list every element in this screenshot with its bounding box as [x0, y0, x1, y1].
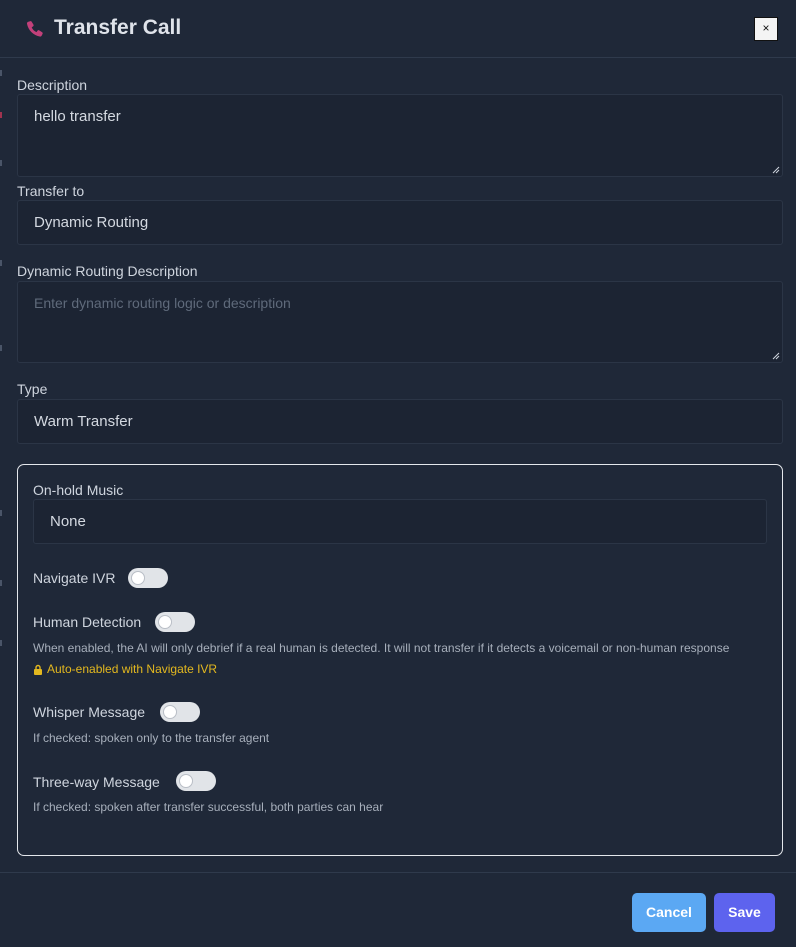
human-detection-label: Human Detection [33, 614, 142, 630]
description-value: hello transfer [34, 108, 121, 125]
toggle-knob [158, 615, 172, 629]
edge-mark [0, 640, 2, 646]
on-hold-music-value: None [50, 513, 86, 530]
three-way-message-hint: If checked: spoken after transfer succes… [33, 800, 384, 814]
transfer-to-value: Dynamic Routing [34, 214, 149, 231]
transfer-to-select[interactable]: Dynamic Routing [17, 200, 783, 245]
resize-handle-icon[interactable] [772, 166, 780, 174]
close-button[interactable]: × [754, 17, 778, 41]
edge-mark [0, 510, 2, 516]
human-detection-toggle[interactable] [155, 612, 195, 632]
on-hold-music-label: On-hold Music [33, 482, 124, 498]
edge-mark [0, 112, 2, 118]
description-label: Description [17, 77, 88, 93]
whisper-message-label: Whisper Message [33, 704, 146, 720]
resize-handle-icon[interactable] [772, 352, 780, 360]
modal-header: Transfer Call × [0, 0, 796, 58]
save-button[interactable]: Save [714, 893, 775, 932]
edge-mark [0, 260, 2, 266]
transfer-options-panel: On-hold Music None Navigate IVR Human De… [17, 464, 783, 856]
transfer-to-label: Transfer to [17, 183, 85, 199]
three-way-message-toggle[interactable] [176, 771, 216, 791]
type-value: Warm Transfer [34, 413, 133, 430]
human-detection-warning-text: Auto-enabled with Navigate IVR [47, 662, 218, 676]
type-select[interactable]: Warm Transfer [17, 399, 783, 444]
human-detection-hint: When enabled, the AI will only debrief i… [33, 641, 730, 655]
description-textarea[interactable]: hello transfer [17, 94, 783, 177]
footer-divider [0, 872, 796, 873]
modal-title: Transfer Call [54, 16, 182, 39]
three-way-message-label: Three-way Message [33, 774, 160, 790]
navigate-ivr-toggle[interactable] [128, 568, 168, 588]
edge-mark [0, 345, 2, 351]
toggle-knob [163, 705, 177, 719]
lock-icon [34, 664, 42, 675]
on-hold-music-select[interactable]: None [33, 499, 767, 544]
edge-mark [0, 70, 2, 76]
dynamic-routing-placeholder: Enter dynamic routing logic or descripti… [34, 295, 291, 311]
human-detection-warning: Auto-enabled with Navigate IVR [33, 662, 217, 676]
navigate-ivr-label: Navigate IVR [33, 570, 116, 586]
toggle-knob [131, 571, 145, 585]
edge-mark [0, 580, 2, 586]
whisper-message-toggle[interactable] [160, 702, 200, 722]
dynamic-routing-label: Dynamic Routing Description [17, 263, 198, 279]
type-label: Type [17, 381, 48, 397]
cancel-button[interactable]: Cancel [632, 893, 706, 932]
phone-icon [26, 21, 43, 37]
whisper-message-hint: If checked: spoken only to the transfer … [33, 731, 270, 745]
dynamic-routing-textarea[interactable]: Enter dynamic routing logic or descripti… [17, 281, 783, 363]
edge-mark [0, 160, 2, 166]
toggle-knob [179, 774, 193, 788]
